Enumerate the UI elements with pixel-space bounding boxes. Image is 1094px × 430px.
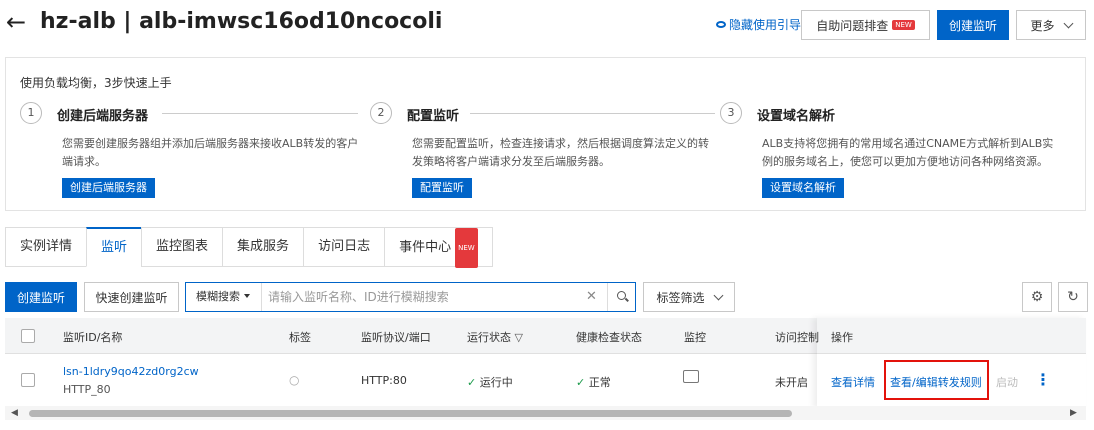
- row-checkbox[interactable]: [21, 373, 35, 387]
- search-icon: [617, 291, 626, 300]
- configure-listener-button[interactable]: 配置监听: [412, 178, 472, 198]
- column-header-status[interactable]: 运行状态 ▽: [467, 329, 523, 345]
- caret-down-icon: [244, 294, 250, 298]
- set-domain-button[interactable]: 设置域名解析: [762, 178, 844, 198]
- listener-name: HTTP_80: [63, 383, 111, 396]
- tab-listeners[interactable]: 监听: [86, 227, 142, 267]
- protocol-port: HTTP:80: [361, 374, 407, 387]
- start-button[interactable]: 启动: [996, 374, 1018, 390]
- tab-instance-details[interactable]: 实例详情: [5, 227, 87, 267]
- refresh-icon[interactable]: ↻: [1058, 282, 1088, 312]
- quick-create-listener-button[interactable]: 快速创建监听: [84, 282, 179, 312]
- scroll-left-icon[interactable]: ◀: [11, 408, 18, 418]
- highlight-box: [884, 360, 989, 400]
- access-control-status: 未开启: [775, 376, 808, 389]
- step-description: 您需要创建服务器组并添加后端服务器来接收ALB转发的客户端请求。: [62, 137, 359, 168]
- vertical-dots-icon[interactable]: ⋮: [1035, 370, 1051, 389]
- chart-icon[interactable]: [683, 370, 699, 383]
- view-details-link[interactable]: 查看详情: [831, 374, 875, 390]
- tab-access-logs[interactable]: 访问日志: [303, 227, 385, 267]
- run-status: ✓ 运行中: [467, 376, 513, 389]
- more-dropdown[interactable]: 更多: [1016, 10, 1086, 40]
- column-header: 标签: [289, 331, 311, 344]
- new-badge: NEW: [892, 20, 915, 30]
- select-all-checkbox[interactable]: [21, 329, 35, 343]
- column-header: 访问控制: [775, 331, 819, 344]
- step-divider: [162, 113, 358, 114]
- close-icon[interactable]: ✕: [586, 289, 597, 304]
- filter-icon[interactable]: ▽: [515, 331, 523, 344]
- column-header: 监听协议/端口: [361, 331, 431, 344]
- search-mode-select[interactable]: 模糊搜索: [186, 283, 262, 311]
- step-title: 配置监听: [407, 109, 460, 124]
- scrollbar-thumb[interactable]: [29, 410, 792, 417]
- column-header: 监听ID/名称: [63, 331, 123, 344]
- step-number: 3: [720, 102, 742, 124]
- tag-icon[interactable]: ○: [289, 373, 299, 387]
- step-title: 创建后端服务器: [57, 109, 149, 124]
- chevron-down-icon: [1063, 18, 1073, 28]
- instance-tabs: 实例详情 监听 监控图表 集成服务 访问日志 事件中心 NEW: [5, 227, 493, 268]
- tab-event-center[interactable]: 事件中心 NEW: [384, 227, 493, 268]
- troubleshoot-button[interactable]: 自助问题排查 NEW: [801, 10, 930, 40]
- listener-id-link[interactable]: lsn-1ldry9qo42zd0rg2cw: [63, 365, 199, 378]
- tag-filter-dropdown[interactable]: 标签筛选: [643, 282, 735, 312]
- tab-monitoring[interactable]: 监控图表: [141, 227, 223, 267]
- hide-guide-link[interactable]: 隐藏使用引导: [716, 16, 801, 33]
- create-backend-button[interactable]: 创建后端服务器: [62, 178, 155, 198]
- horizontal-scrollbar[interactable]: ◀ ▶: [5, 406, 1086, 420]
- tab-integrations[interactable]: 集成服务: [222, 227, 304, 267]
- quick-start-panel: 使用负载均衡，3步快速上手 1 创建后端服务器 您需要创建服务器组并添加后端服务…: [5, 57, 1086, 211]
- health-status: ✓ 正常: [576, 376, 611, 389]
- column-header: 监控: [684, 331, 706, 344]
- step-number: 2: [370, 102, 392, 124]
- check-icon: ✓: [576, 376, 586, 389]
- create-listener-button[interactable]: 创建监听: [5, 282, 77, 312]
- search-button[interactable]: [607, 283, 635, 311]
- step-title: 设置域名解析: [757, 109, 836, 124]
- quick-start-title: 使用负载均衡，3步快速上手: [20, 76, 172, 90]
- check-icon: ✓: [467, 376, 477, 389]
- page-header: ← hz-alb | alb-imwsc16od10ncocoli 隐藏使用引导…: [0, 0, 1094, 50]
- eye-icon: [716, 21, 726, 28]
- arrow-left-icon[interactable]: ←: [6, 8, 26, 36]
- page-title: hz-alb | alb-imwsc16od10ncocoli: [40, 9, 443, 34]
- new-badge: NEW: [455, 228, 478, 268]
- scroll-right-icon[interactable]: ▶: [1070, 408, 1077, 418]
- search-box: 模糊搜索 ✕: [185, 282, 636, 312]
- step-number: 1: [20, 102, 42, 124]
- search-input[interactable]: [268, 287, 578, 307]
- chevron-down-icon: [713, 290, 723, 300]
- step-description: 您需要配置监听，检查连接请求，然后根据调度算法定义的转发策略将客户端请求分发至后…: [412, 137, 709, 168]
- column-header: 健康检查状态: [576, 331, 642, 344]
- gear-icon[interactable]: ⚙: [1022, 282, 1052, 312]
- step-divider: [470, 113, 715, 114]
- step-description: ALB支持将您拥有的常用域名通过CNAME方式解析到ALB实例的服务域名上，使您…: [762, 137, 1054, 168]
- create-listener-header-button[interactable]: 创建监听: [937, 10, 1009, 40]
